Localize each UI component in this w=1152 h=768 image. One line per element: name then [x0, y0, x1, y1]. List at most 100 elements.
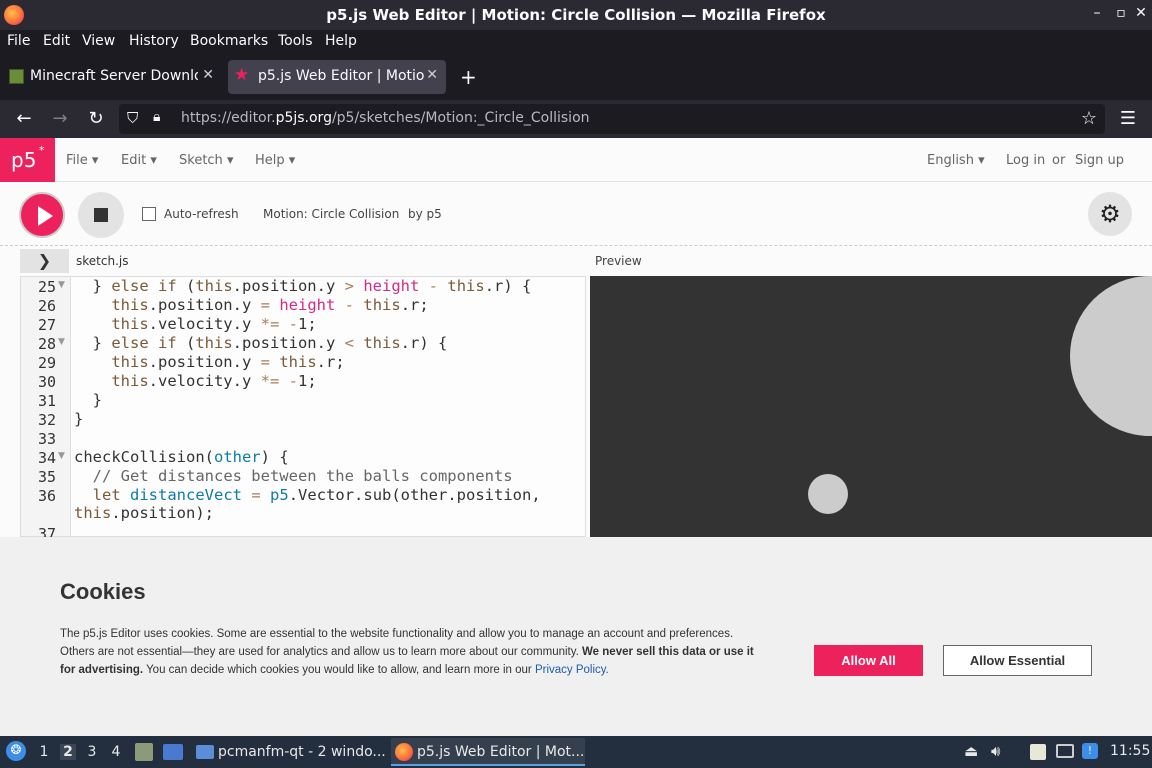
url-text[interactable]: https://editor.p5js.org/p5/sketches/Moti… — [181, 110, 590, 126]
workspace-3[interactable]: 3 — [84, 744, 100, 760]
workspace-1[interactable]: 1 — [36, 744, 52, 760]
p5-menu-file[interactable]: File ▾ — [66, 153, 98, 168]
close-tab-icon[interactable]: ✕ — [202, 67, 214, 83]
privacy-policy-link[interactable]: Privacy Policy. — [535, 664, 609, 676]
line-number: 37 — [37, 525, 56, 537]
code-line[interactable]: this.velocity.y *= -1; — [74, 372, 316, 390]
minecraft-icon — [9, 69, 24, 84]
menu-view[interactable]: View — [82, 33, 115, 49]
notification-icon[interactable]: ! — [1082, 743, 1098, 759]
code-line[interactable]: } — [74, 391, 102, 409]
clipboard-icon[interactable] — [1030, 744, 1046, 760]
menu-tools[interactable]: Tools — [278, 33, 313, 49]
close-window-icon[interactable]: ✕ — [1130, 5, 1152, 21]
url-bar[interactable]: ⛉ 🔒︎ https://editor.p5js.org/p5/sketches… — [119, 104, 1105, 134]
line-number: 33 — [37, 430, 56, 448]
sketch-title[interactable]: Motion: Circle Collision — [263, 207, 399, 221]
workspace-2[interactable]: 2 — [60, 744, 76, 760]
code-line[interactable]: checkCollision(other) { — [74, 448, 289, 466]
code-editor[interactable]: } else if (this.position.y > height - th… — [20, 276, 586, 537]
shield-icon[interactable]: ⛉ — [127, 109, 138, 127]
new-tab-button[interactable]: + — [460, 65, 477, 89]
fold-arrow-icon[interactable]: ▼ — [58, 280, 65, 290]
cookie-text: The p5.js Editor uses cookies. Some are … — [60, 628, 754, 676]
firefox-icon — [395, 743, 413, 761]
minimize-icon[interactable]: – — [1086, 5, 1108, 21]
close-tab-icon[interactable]: ✕ — [426, 67, 438, 83]
clock: 11:55 — [1110, 743, 1151, 759]
menu-file[interactable]: File — [7, 33, 30, 49]
hamburger-menu-icon[interactable]: ☰ — [1116, 108, 1140, 129]
line-number: 31 — [37, 392, 56, 410]
p5-menu-edit[interactable]: Edit ▾ — [121, 153, 157, 168]
code-line[interactable]: // Get distances between the balls compo… — [74, 467, 513, 485]
editor-area: ❯ sketch.js Preview } else if (this.posi… — [0, 246, 1152, 537]
line-number: 36 — [37, 487, 56, 505]
menu-history[interactable]: History — [129, 33, 179, 49]
play-button[interactable] — [19, 192, 65, 238]
autorefresh-checkbox[interactable] — [142, 207, 156, 221]
fold-arrow-icon[interactable]: ▼ — [58, 451, 65, 461]
sketch-preview-canvas[interactable] — [590, 276, 1152, 537]
menu-bar: File Edit View History Bookmarks Tools H… — [0, 30, 1152, 54]
code-line[interactable]: this.position.y = this.r; — [74, 353, 344, 371]
tab-minecraft[interactable]: Minecraft Server Download ✕ — [0, 60, 222, 94]
stop-button[interactable] — [78, 192, 124, 238]
task-pcmanfm[interactable]: pcmanfm-qt - 2 windo... — [192, 738, 386, 766]
p5-logo[interactable]: p5 * — [0, 138, 55, 182]
expand-sidebar-chevron-icon[interactable]: ❯ — [20, 249, 69, 273]
forward-icon[interactable]: → — [48, 108, 72, 129]
reload-icon[interactable]: ↻ — [84, 108, 108, 129]
menu-edit[interactable]: Edit — [43, 33, 70, 49]
task-label: pcmanfm-qt - 2 windo... — [218, 744, 386, 760]
language-dropdown[interactable]: English ▾ — [927, 153, 985, 168]
back-icon[interactable]: ← — [12, 108, 36, 129]
tab-p5js[interactable]: ★ p5.js Web Editor | Motion: Circle Coll… — [228, 60, 446, 94]
line-number: 27 — [37, 316, 56, 334]
lock-icon[interactable]: 🔒︎ — [153, 109, 160, 125]
eject-icon[interactable]: ⏏ — [964, 742, 978, 760]
file-manager-launcher-icon[interactable] — [135, 743, 153, 761]
tab-bar: Minecraft Server Download ✕ ★ p5.js Web … — [0, 54, 1152, 100]
signup-link[interactable]: Sign up — [1075, 153, 1124, 168]
filename-label: sketch.js — [76, 254, 129, 268]
autorefresh-label: Auto-refresh — [164, 207, 239, 221]
cookie-heading: Cookies — [60, 579, 146, 604]
code-line[interactable]: this.velocity.y *= -1; — [74, 315, 316, 333]
start-menu-icon[interactable]: ❂ — [6, 741, 26, 761]
p5-menu-sketch[interactable]: Sketch ▾ — [179, 153, 233, 168]
bookmark-star-icon[interactable]: ☆ — [1081, 108, 1097, 129]
fold-arrow-icon[interactable]: ▼ — [58, 337, 65, 347]
line-number: 30 — [37, 373, 56, 391]
login-link[interactable]: Log in — [1006, 153, 1045, 168]
workspace-4[interactable]: 4 — [108, 744, 124, 760]
code-line[interactable]: } else if (this.position.y > height - th… — [74, 277, 532, 295]
volume-icon[interactable]: 🔊︎ — [991, 742, 1000, 760]
tab-label: Minecraft Server Download — [30, 68, 198, 84]
large-ball — [1070, 276, 1152, 436]
line-number: 28 — [37, 335, 56, 353]
code-line[interactable]: } else if (this.position.y < this.r) { — [74, 334, 448, 352]
sketch-author: by p5 — [408, 207, 442, 221]
maximize-icon[interactable]: ▫ — [1110, 5, 1132, 21]
code-line[interactable]: } — [74, 410, 83, 428]
task-firefox[interactable]: p5.js Web Editor | Mot... — [391, 738, 585, 766]
line-numbers: 25 ▼ 26 27 28 ▼ 29 30 31 32 33 34 ▼ 35 36 37 — [20, 277, 70, 537]
code-line[interactable]: let distanceVect = p5.Vector.sub(other.p… — [74, 486, 541, 504]
code-line[interactable]: this.position.y = height - this.r; — [74, 296, 428, 314]
allow-all-button[interactable]: Allow All — [814, 645, 923, 676]
p5-menu-help[interactable]: Help ▾ — [255, 153, 295, 168]
settings-gear-icon[interactable]: ⚙ — [1088, 192, 1132, 236]
taskbar: ❂ 1 2 3 4 pcmanfm-qt - 2 windo... p5.js … — [0, 736, 1152, 768]
menu-help[interactable]: Help — [325, 33, 357, 49]
code-line-wrap[interactable]: this.position); — [74, 504, 214, 522]
folder-icon — [196, 745, 214, 759]
menu-bookmarks[interactable]: Bookmarks — [190, 33, 268, 49]
desktop-launcher-icon[interactable] — [163, 744, 183, 760]
line-number: 25 — [37, 278, 56, 296]
nav-bar: ← → ↻ ⛉ 🔒︎ https://editor.p5js.org/p5/sk… — [0, 100, 1152, 138]
network-icon[interactable] — [1056, 744, 1074, 758]
small-ball — [808, 474, 848, 514]
or-text: or — [1052, 153, 1066, 168]
allow-essential-button[interactable]: Allow Essential — [943, 645, 1092, 676]
